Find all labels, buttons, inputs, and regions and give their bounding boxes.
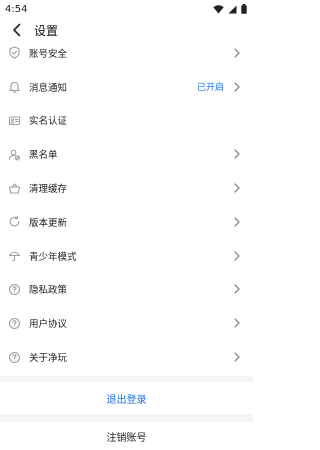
- settings-item-label: 关于净玩: [29, 353, 68, 365]
- chevron-right-icon: [232, 147, 242, 161]
- settings-item-label: 消息通知: [29, 82, 68, 94]
- settings-item-label: 青少年模式: [29, 251, 77, 263]
- chevron-right-icon: [232, 181, 242, 195]
- chevron-right-icon: [232, 249, 242, 263]
- chevron-right-icon: [232, 316, 242, 330]
- settings-item-about[interactable]: 关于净玩: [0, 340, 253, 374]
- status-time: 4:54: [5, 3, 28, 15]
- battery-icon: [241, 4, 247, 14]
- help-circle-icon: [7, 316, 21, 330]
- settings-item-label: 实名认证: [29, 116, 68, 128]
- settings-item-label: 用户协议: [29, 319, 68, 331]
- settings-item-real-name[interactable]: 实名认证: [0, 104, 253, 138]
- settings-item-blacklist[interactable]: 黑名单: [0, 137, 253, 171]
- user-block-icon: [7, 147, 21, 161]
- logout-button[interactable]: 退出登录: [0, 382, 253, 414]
- status-icons: [213, 4, 247, 14]
- wifi-icon: [213, 4, 224, 13]
- chevron-right-icon: [232, 350, 242, 364]
- settings-item-notifications[interactable]: 消息通知 已开启: [0, 70, 253, 104]
- settings-item-clear-cache[interactable]: 清理缓存: [0, 171, 253, 205]
- basket-icon: [7, 181, 21, 195]
- notification-status: 已开启: [196, 83, 224, 94]
- settings-item-privacy-policy[interactable]: 隐私政策: [0, 273, 253, 307]
- shield-icon: [7, 46, 21, 60]
- settings-list: 账号安全 消息通知 已开启 实名认证 黑名单 清理缓存 版本更新 青少年模式 隐…: [0, 36, 253, 374]
- settings-item-account-security[interactable]: 账号安全: [0, 36, 253, 70]
- settings-item-label: 账号安全: [29, 48, 68, 60]
- chevron-right-icon: [232, 80, 242, 94]
- chevron-right-icon: [232, 282, 242, 296]
- status-bar: 4:54: [0, 0, 253, 18]
- id-card-icon: [7, 113, 21, 127]
- settings-item-user-agreement[interactable]: 用户协议: [0, 306, 253, 340]
- section-divider: [0, 414, 253, 422]
- settings-item-label: 隐私政策: [29, 285, 68, 297]
- back-arrow-icon: [13, 23, 21, 37]
- refresh-icon: [7, 215, 21, 229]
- help-circle-icon: [7, 282, 21, 296]
- cancel-account-button[interactable]: 注销账号: [0, 422, 253, 450]
- settings-item-label: 清理缓存: [29, 184, 68, 196]
- chevron-right-icon: [232, 215, 242, 229]
- chevron-right-icon: [232, 46, 242, 60]
- settings-item-teen-mode[interactable]: 青少年模式: [0, 239, 253, 273]
- help-circle-icon: [7, 350, 21, 364]
- settings-item-version-update[interactable]: 版本更新: [0, 205, 253, 239]
- settings-item-label: 黑名单: [29, 150, 58, 162]
- signal-icon: [228, 5, 237, 13]
- settings-item-label: 版本更新: [29, 217, 68, 229]
- umbrella-icon: [7, 249, 21, 263]
- bell-icon: [7, 80, 21, 94]
